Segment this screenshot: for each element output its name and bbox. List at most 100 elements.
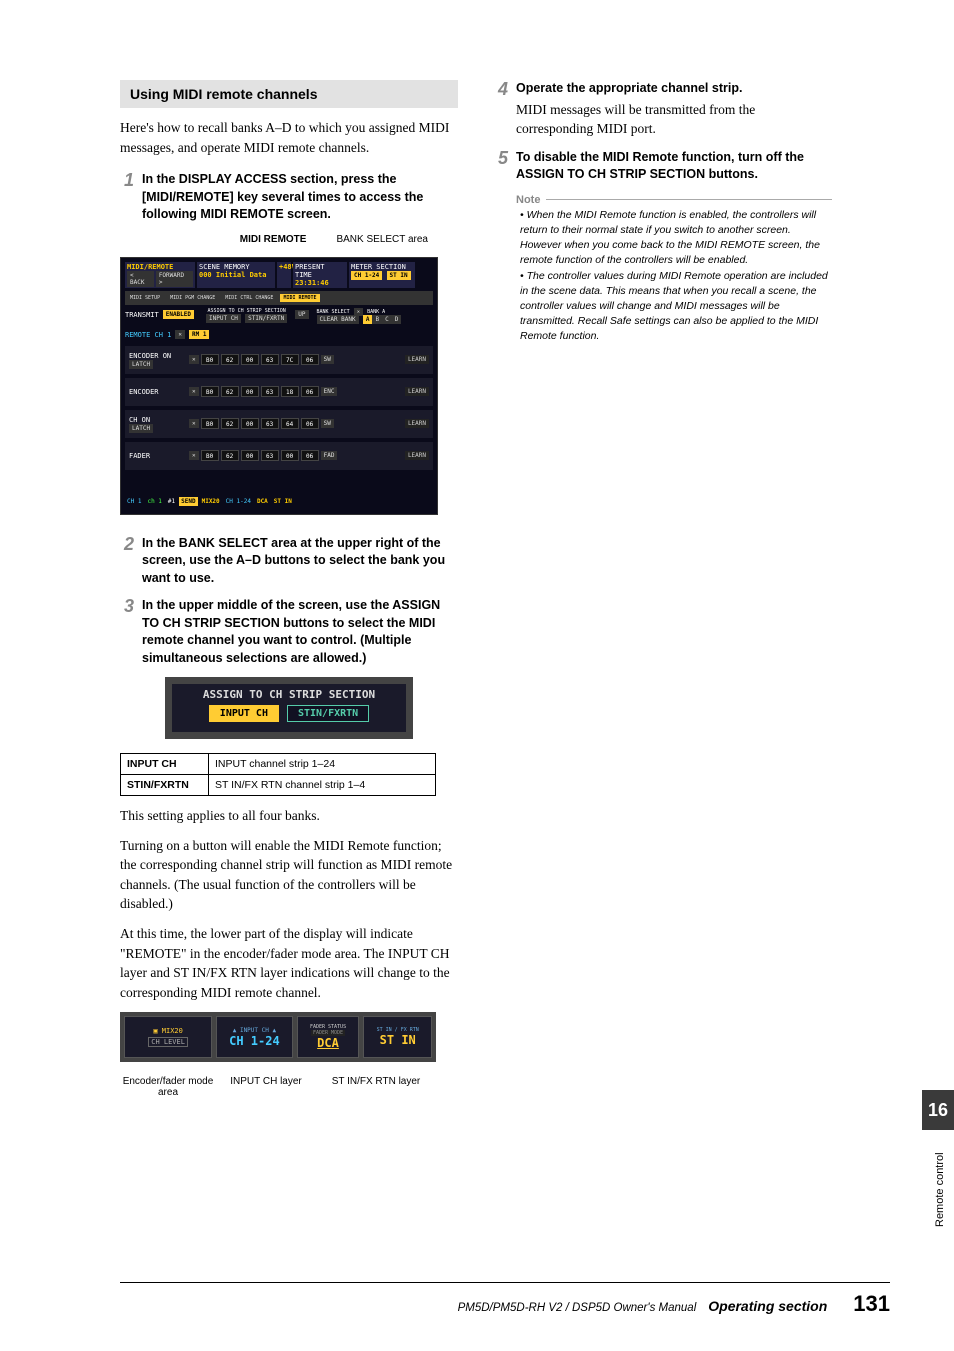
- note-item: When the MIDI Remote function is enabled…: [520, 208, 832, 269]
- ss-learn-btn: LEARN: [405, 419, 429, 428]
- ss-hex: 7C: [281, 354, 299, 365]
- ss-transmit: TRANSMIT: [125, 311, 159, 319]
- lp-chlevel: CH LEVEL: [148, 1037, 188, 1047]
- label-stin-fxrtn-layer: ST IN/FX RTN layer: [316, 1070, 436, 1098]
- step-3: 3 In the upper middle of the screen, use…: [120, 597, 458, 667]
- label-encoder-fader: Encoder/fader mode area: [120, 1070, 216, 1098]
- step-number: 5: [494, 149, 508, 184]
- lp-dca: DCA: [317, 1036, 339, 1050]
- step-4: 4 Operate the appropriate channel strip.…: [494, 80, 832, 139]
- ss-tag: SW: [321, 419, 334, 428]
- def-val: ST IN/FX RTN channel strip 1–4: [209, 775, 436, 796]
- ss-learn-btn: LEARN: [405, 387, 429, 396]
- ss-hex: 62: [221, 386, 239, 397]
- ss-learn-btn: LEARN: [405, 355, 429, 364]
- ss-hex: 63: [261, 418, 279, 429]
- table-row: STIN/FXRTNST IN/FX RTN channel strip 1–4: [121, 775, 436, 796]
- lp-mix: MIX20: [162, 1027, 183, 1035]
- ss-up: UP: [295, 310, 308, 319]
- ss-hex: 64: [281, 418, 299, 429]
- label-midi-remote: MIDI REMOTE: [240, 234, 307, 245]
- chapter-tab: 16: [922, 1090, 954, 1130]
- layer-labels: Encoder/fader mode area INPUT CH layer S…: [120, 1070, 458, 1098]
- ss-time-label: PRESENT TIME: [295, 263, 345, 279]
- ss-rm: RM 1: [189, 330, 209, 339]
- note-label: Note: [516, 194, 540, 206]
- ss-bank-d: D: [392, 315, 402, 324]
- ss-hex: 18: [281, 386, 299, 397]
- assign-stin-fxrtn-btn: STIN/FXRTN: [287, 705, 369, 722]
- step-1: 1 In the DISPLAY ACCESS section, press t…: [120, 171, 458, 224]
- ss-hex: 63: [261, 450, 279, 461]
- body-para: At this time, the lower part of the disp…: [120, 924, 458, 1002]
- ss-hex: 00: [281, 450, 299, 461]
- footer-manual: PM5D/PM5D-RH V2 / DSP5D Owner's Manual: [458, 1302, 697, 1314]
- ss-tag: FAD: [321, 451, 338, 460]
- ss-meter-label: METER SECTION: [351, 263, 413, 271]
- ss-hex: B0: [201, 450, 219, 461]
- assign-input-ch-btn: INPUT CH: [209, 705, 279, 722]
- note-list: When the MIDI Remote function is enabled…: [516, 208, 832, 345]
- ss-remote-ch: REMOTE CH 1: [125, 331, 171, 339]
- ss-hex: 63: [261, 386, 279, 397]
- step-text: In the upper middle of the screen, use t…: [142, 597, 458, 667]
- ss-bottom-ch: CH 1: [125, 497, 143, 506]
- ss-bank-c: C: [382, 315, 392, 324]
- ss-hex: 00: [241, 418, 259, 429]
- ss-enabled: ENABLED: [163, 310, 194, 319]
- ss-hex: 06: [301, 354, 319, 365]
- ss-bottom-send: SEND: [179, 497, 197, 506]
- step-heading: Operate the appropriate channel strip.: [516, 81, 742, 95]
- layer-panel-screenshot: ▣ MIX20 CH LEVEL ▲ INPUT CH ▲ CH 1-24 FA…: [120, 1012, 436, 1062]
- def-val: INPUT channel strip 1–24: [209, 754, 436, 775]
- step-text: In the BANK SELECT area at the upper rig…: [142, 535, 458, 588]
- ss-hex: 06: [301, 418, 319, 429]
- ss-bank-b: B: [372, 315, 382, 324]
- step-body: MIDI messages will be transmitted from t…: [516, 100, 832, 139]
- label-input-ch-layer: INPUT CH layer: [216, 1070, 316, 1098]
- ss-scene: 000 Initial Data: [199, 271, 273, 279]
- ss-bottom-ch124: CH 1-24: [224, 497, 253, 506]
- ss-tag: ENC: [321, 387, 338, 396]
- page-footer: PM5D/PM5D-RH V2 / DSP5D Owner's Manual O…: [120, 1282, 890, 1317]
- ss-bottom-dca: DCA: [255, 497, 270, 506]
- step-5: 5 To disable the MIDI Remote function, t…: [494, 149, 832, 184]
- section-heading: Using MIDI remote channels: [120, 80, 458, 108]
- ss-stfx-btn: STIN/FXRTN: [245, 314, 287, 323]
- ss-assign-label: ASSIGN TO CH STRIP SECTION: [206, 308, 287, 314]
- intro-text: Here's how to recall banks A–D to which …: [120, 118, 458, 157]
- def-key: STIN/FXRTN: [121, 775, 209, 796]
- assign-panel-screenshot: ASSIGN TO CH STRIP SECTION INPUT CH STIN…: [165, 677, 413, 739]
- ss-hex: B0: [201, 386, 219, 397]
- ss-stin: ST IN: [387, 271, 411, 280]
- step-text: Operate the appropriate channel strip. M…: [516, 80, 832, 139]
- ss-hex: 00: [241, 386, 259, 397]
- step-number: 1: [120, 171, 134, 224]
- ss-bank-a-label: BANK A: [367, 309, 385, 315]
- ss-hex: 62: [221, 418, 239, 429]
- ss-learn-btn: LEARN: [405, 451, 429, 460]
- ss-hex: 00: [241, 354, 259, 365]
- step-2: 2 In the BANK SELECT area at the upper r…: [120, 535, 458, 588]
- note-rule: [546, 199, 832, 200]
- chapter-label: Remote control: [934, 1140, 946, 1240]
- ss-ch: CH 1-24: [351, 271, 382, 280]
- body-para: This setting applies to all four banks.: [120, 806, 458, 826]
- body-para: Turning on a button will enable the MIDI…: [120, 836, 458, 914]
- ss-row-label: ENCODER ON: [129, 352, 187, 360]
- step-text: To disable the MIDI Remote function, tur…: [516, 149, 832, 184]
- step-number: 2: [120, 535, 134, 588]
- screenshot-labels: MIDI REMOTE BANK SELECT area: [120, 234, 458, 245]
- note-item: The controller values during MIDI Remote…: [520, 269, 832, 345]
- step-text: In the DISPLAY ACCESS section, press the…: [142, 171, 458, 224]
- ss-bottom-mix: MIX20: [200, 497, 222, 506]
- ss-latch-btn: LATCH: [129, 360, 153, 369]
- step-number: 4: [494, 80, 508, 139]
- ss-row-encoder-on: ENCODER ON LATCH ✕ B06200637C06 SW LEARN: [125, 346, 433, 374]
- ss-hex: 62: [221, 354, 239, 365]
- ss-hex: 63: [261, 354, 279, 365]
- ss-bottom-stin: ST IN: [272, 497, 294, 506]
- ss-inch-btn: INPUT CH: [206, 314, 241, 323]
- ss-hex: 00: [241, 450, 259, 461]
- table-row: INPUT CHINPUT channel strip 1–24: [121, 754, 436, 775]
